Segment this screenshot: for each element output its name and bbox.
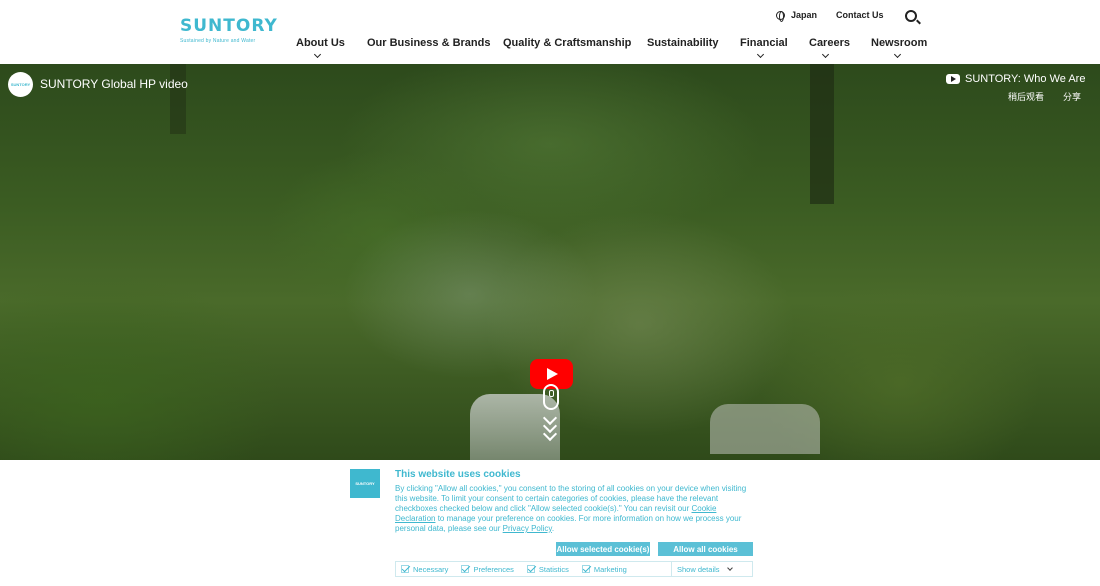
- youtube-video-title: SUNTORY: Who We Are: [965, 73, 1086, 85]
- chevron-down-icon: [313, 50, 322, 59]
- nav-label: Careers: [809, 37, 850, 49]
- chevron-down-icon: [756, 50, 765, 59]
- checkbox-label: Statistics: [538, 564, 569, 574]
- tree-trunk: [170, 64, 186, 134]
- checkbox-icon: [401, 565, 409, 573]
- nav-sustainability[interactable]: Sustainability: [647, 37, 719, 49]
- nav-label: Our Business & Brands: [367, 37, 491, 49]
- language-label: Japan: [791, 10, 818, 20]
- nav-financial[interactable]: Financial: [740, 37, 788, 49]
- nav-newsroom[interactable]: Newsroom: [871, 37, 927, 49]
- cookie-logo: SUNTORY: [350, 469, 380, 498]
- cookie-text: to manage your preference on cookies. Fo…: [395, 514, 742, 533]
- cookie-body: By clicking "Allow all cookies," you con…: [395, 484, 755, 534]
- privacy-policy-link[interactable]: Privacy Policy: [503, 524, 552, 533]
- logo-tagline: Sustained by Nature and Water: [180, 38, 256, 44]
- nav-careers[interactable]: Careers: [809, 37, 850, 49]
- nav-label: Newsroom: [871, 37, 928, 49]
- tree-trunk: [810, 64, 834, 204]
- search-icon[interactable]: [905, 10, 917, 22]
- youtube-icon: [946, 74, 960, 84]
- checkbox-preferences[interactable]: Preferences: [461, 564, 514, 574]
- nav-label: Sustainability: [647, 37, 719, 49]
- show-details-toggle[interactable]: Show details: [677, 565, 733, 574]
- nav-label: About Us: [296, 37, 345, 49]
- channel-avatar[interactable]: SUNTORY: [8, 72, 33, 97]
- suntory-logo[interactable]: SUNTORY Sustained by Nature and Water: [180, 16, 278, 45]
- site-header: SUNTORY Sustained by Nature and Water Ja…: [0, 0, 1100, 63]
- language-selector[interactable]: Japan: [776, 10, 818, 22]
- allow-selected-button[interactable]: Allow selected cookie(s): [556, 542, 650, 556]
- cookie-logo-text: SUNTORY: [355, 481, 375, 486]
- video-title[interactable]: SUNTORY Global HP video: [40, 77, 188, 91]
- youtube-title-link[interactable]: SUNTORY: Who We Are: [946, 73, 1085, 85]
- waterfall: [710, 404, 820, 454]
- divider: [671, 562, 672, 576]
- chevron-down-icon: [726, 565, 733, 571]
- checkbox-icon: [526, 565, 535, 573]
- checkbox-label: Marketing: [593, 564, 627, 574]
- nav-quality-craftsmanship[interactable]: Quality & Craftsmanship: [503, 37, 631, 49]
- chevron-down-icon: [821, 50, 830, 59]
- watch-later-button[interactable]: 稍后观看: [1008, 90, 1044, 103]
- scroll-mouse-icon: [543, 384, 559, 410]
- globe-icon: [776, 10, 785, 22]
- contact-us-link[interactable]: Contact Us: [836, 10, 884, 20]
- nav-business-brands[interactable]: Our Business & Brands: [367, 37, 490, 49]
- checkbox-marketing[interactable]: Marketing: [581, 564, 627, 574]
- checkbox-necessary[interactable]: Necessary: [401, 565, 448, 574]
- nav-about-us[interactable]: About Us: [296, 37, 345, 49]
- checkbox-icon: [581, 565, 590, 573]
- checkbox-icon: [461, 565, 470, 573]
- nav-label: Financial: [740, 37, 788, 49]
- checkbox-label: Necessary: [413, 564, 449, 574]
- logo-wordmark: SUNTORY: [180, 16, 278, 36]
- show-details-label: Show details: [677, 565, 720, 574]
- channel-logo-text: SUNTORY: [10, 82, 31, 87]
- allow-all-button[interactable]: Allow all cookies: [658, 542, 753, 556]
- checkbox-statistics[interactable]: Statistics: [526, 564, 569, 574]
- nav-label: Quality & Craftsmanship: [503, 37, 632, 49]
- cookie-text: .: [551, 524, 555, 533]
- chevron-down-icon: [893, 50, 902, 59]
- cookie-title: This website uses cookies: [395, 469, 521, 480]
- share-button[interactable]: 分享: [1063, 90, 1081, 103]
- checkbox-label: Preferences: [473, 564, 514, 574]
